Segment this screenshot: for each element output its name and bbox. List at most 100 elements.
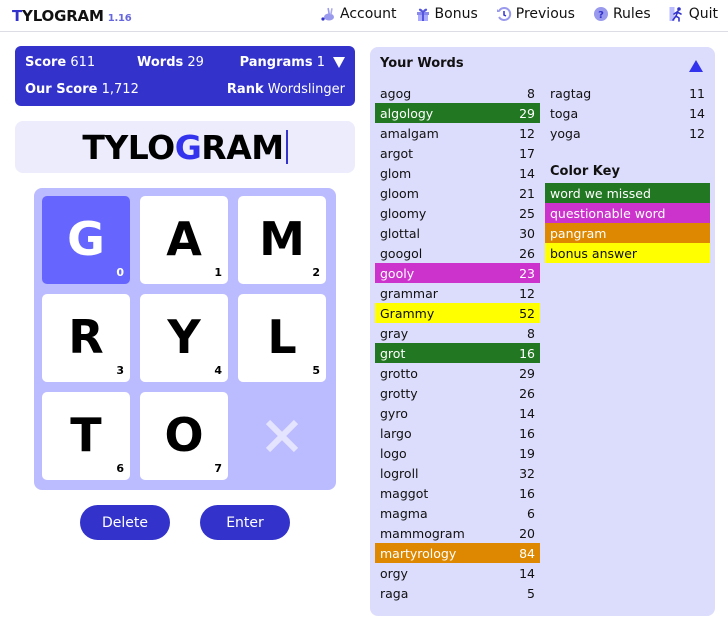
word-score: 11: [689, 85, 705, 101]
words-column-1: agog 8 algology 29 amalgam 12 argot 17 glom 14 glo…: [375, 83, 540, 603]
letter-tile[interactable]: M2: [238, 196, 326, 284]
word-row: grotto 29: [375, 363, 540, 383]
nav-account-label: Account: [340, 6, 397, 22]
word-row: gloom 21: [375, 183, 540, 203]
word-row: Grammy 52: [375, 303, 540, 323]
brand-name: YLOGRAM: [22, 7, 104, 25]
letter-tile[interactable]: T6: [42, 392, 130, 480]
collapse-words-icon[interactable]: [689, 60, 703, 72]
tile-index: 2: [312, 266, 320, 279]
color-key-title: Color Key: [550, 164, 620, 179]
tile-letter: R: [68, 310, 104, 364]
tile-letter: G: [67, 212, 105, 266]
nav-account[interactable]: Account: [320, 6, 397, 22]
score-panel: Score 611 Words 29 Pangrams 1 Our Score …: [15, 46, 355, 106]
word-row: toga 14: [545, 103, 710, 123]
letter-tile[interactable]: L5: [238, 294, 326, 382]
word-text: gloom: [380, 185, 419, 201]
word-score: 16: [519, 345, 535, 361]
word-score: 23: [519, 265, 535, 281]
gift-icon: [415, 6, 431, 22]
letter-tile[interactable]: O7: [140, 392, 228, 480]
nav-previous[interactable]: Previous: [496, 6, 575, 22]
word-score: 12: [689, 125, 705, 141]
words-value: 29: [187, 55, 204, 70]
word-row: googol 26: [375, 243, 540, 263]
svg-text:?: ?: [598, 10, 604, 21]
word-score: 17: [519, 145, 535, 161]
your-words-panel: Your Words agog 8 algology 29 amalgam 12 argot…: [370, 47, 715, 616]
word-text: googol: [380, 245, 423, 261]
word-text: gray: [380, 325, 409, 341]
word-score: 20: [519, 525, 535, 541]
enter-button[interactable]: Enter: [200, 505, 290, 540]
rank-value: Wordslinger: [267, 82, 345, 97]
nav-quit[interactable]: Quit: [669, 6, 718, 22]
version-label: 1.16: [107, 13, 132, 24]
word-row: mammogram 20: [375, 523, 540, 543]
letter-tile[interactable]: G0: [42, 196, 130, 284]
word-row: orgy 14: [375, 563, 540, 583]
word-row: gloomy 25: [375, 203, 540, 223]
pangrams-label: Pangrams: [239, 55, 313, 70]
word-score: 25: [519, 205, 535, 221]
word-text: amalgam: [380, 125, 439, 141]
tile-letter: T: [70, 408, 102, 462]
letter-tile[interactable]: R3: [42, 294, 130, 382]
word-text: martyrology: [380, 545, 457, 561]
word-text: logroll: [380, 465, 419, 481]
word-row: logroll 32: [375, 463, 540, 483]
tile-index: 4: [214, 364, 222, 377]
word-text: gyro: [380, 405, 408, 421]
word-text: logo: [380, 445, 407, 461]
tile-index: 0: [116, 266, 124, 279]
collapse-toggle-icon[interactable]: [333, 57, 345, 68]
word-row: glottal 30: [375, 223, 540, 243]
word-row: agog 8: [375, 83, 540, 103]
letter-tile[interactable]: Y4: [140, 294, 228, 382]
letter-tile[interactable]: A1: [140, 196, 228, 284]
word-row: martyrology 84: [375, 543, 540, 563]
word-score: 26: [519, 245, 535, 261]
tile-index: 5: [312, 364, 320, 377]
word-text: glom: [380, 165, 412, 181]
word-entry[interactable]: TYLOGRAM: [15, 121, 355, 173]
word-row: maggot 16: [375, 483, 540, 503]
tile-index: 7: [214, 462, 222, 475]
word-score: 14: [519, 165, 535, 181]
word-text: gloomy: [380, 205, 427, 221]
tile-letter: L: [267, 310, 297, 364]
word-text: glottal: [380, 225, 420, 241]
word-row: gyro 14: [375, 403, 540, 423]
question-icon: ?: [593, 6, 609, 22]
tile-letter: A: [166, 212, 202, 266]
color-key-item: word we missed: [545, 183, 710, 203]
nav-rules[interactable]: ? Rules: [593, 6, 651, 22]
words-stat: Words 29: [137, 55, 204, 70]
word-row: logo 19: [375, 443, 540, 463]
word-text: yoga: [550, 125, 581, 141]
tile-index: 6: [116, 462, 124, 475]
your-words-title: Your Words: [380, 56, 464, 71]
word-score: 14: [519, 565, 535, 581]
text-caret: [285, 129, 288, 164]
word-text: agog: [380, 85, 412, 101]
pangrams-stat: Pangrams 1: [240, 55, 325, 70]
nav-bonus-label: Bonus: [434, 6, 478, 22]
word-text: Grammy: [380, 305, 435, 321]
our-score-value: 1,712: [101, 82, 139, 97]
color-key-item: pangram: [545, 223, 710, 243]
word-text: grot: [380, 345, 406, 361]
word-text: algology: [380, 105, 434, 121]
word-score: 32: [519, 465, 535, 481]
word-row: largo 16: [375, 423, 540, 443]
nav-bonus[interactable]: Bonus: [415, 6, 478, 22]
word-row: yoga 12: [545, 123, 710, 143]
delete-button[interactable]: Delete: [80, 505, 170, 540]
top-bar: TYLOGRAM 1.16 Account Bonus Previous ? Ru…: [0, 0, 728, 32]
nav-quit-label: Quit: [688, 6, 718, 22]
pangrams-value: 1: [316, 55, 325, 70]
nav-rules-label: Rules: [612, 6, 651, 22]
word-text: magma: [380, 505, 428, 521]
clear-button[interactable]: [238, 392, 326, 480]
